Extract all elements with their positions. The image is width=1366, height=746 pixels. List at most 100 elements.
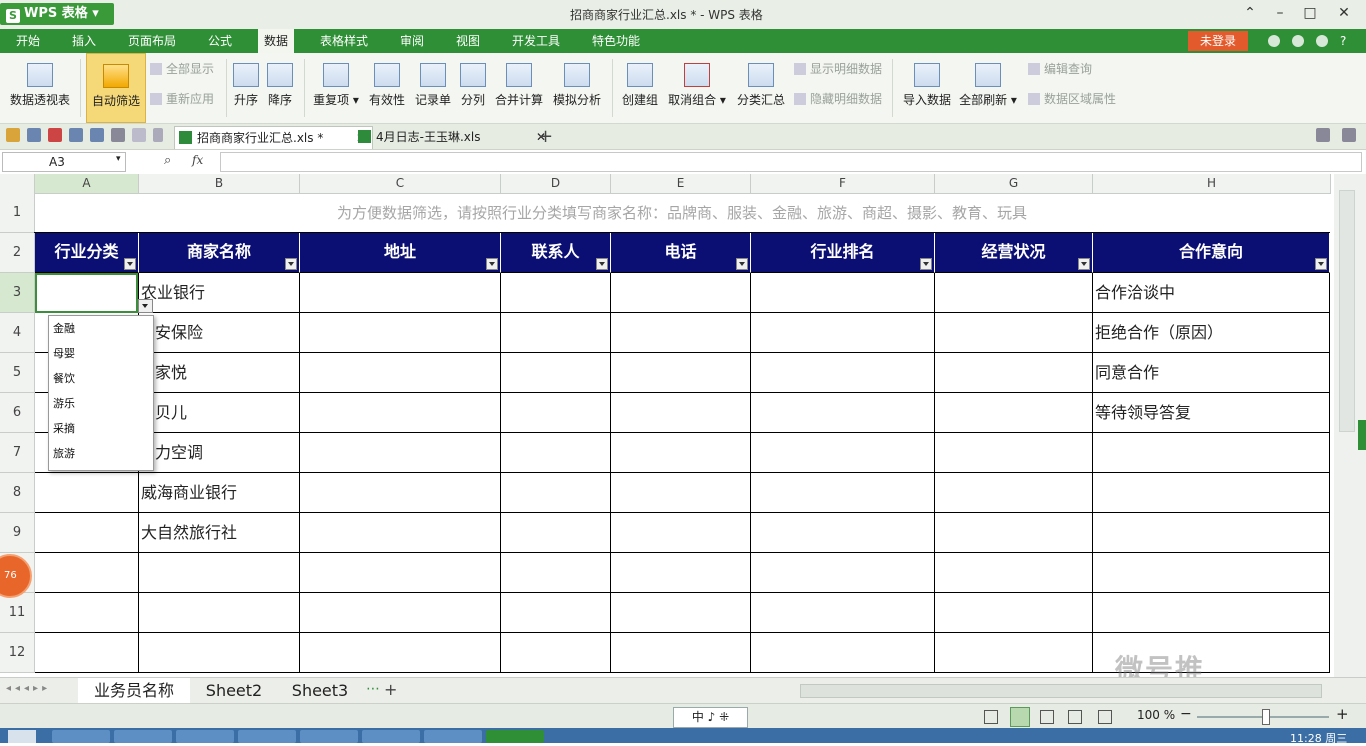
filter-dropdown-icon[interactable] <box>736 258 748 270</box>
close-workbook-icon[interactable] <box>1342 128 1356 142</box>
sheet-tab-sheet2[interactable]: Sheet2 <box>194 678 274 703</box>
cell-phone[interactable] <box>611 513 751 553</box>
dropdown-option-travel[interactable]: 旅游 <box>49 441 153 466</box>
sync-icon[interactable] <box>1292 35 1304 47</box>
cell-address[interactable] <box>300 273 501 313</box>
autofilter-button[interactable]: 自动筛选 <box>86 53 146 123</box>
cell-phone[interactable] <box>611 273 751 313</box>
minimize-icon[interactable]: – <box>1270 4 1290 22</box>
header-address[interactable]: 地址 <box>300 233 501 273</box>
menu-page-layout[interactable]: 页面布局 <box>126 29 178 53</box>
taskbar-wps-icon[interactable] <box>486 730 544 743</box>
refresh-all-button[interactable]: 全部刷新 ▾ <box>958 53 1018 121</box>
import-data-button[interactable]: 导入数据 <box>900 53 954 121</box>
dropdown-option-catering[interactable]: 餐饮 <box>49 366 153 391</box>
zoom-out-icon[interactable]: − <box>1180 706 1192 722</box>
cell-ranking[interactable] <box>751 353 935 393</box>
create-group-button[interactable]: 创建组 <box>618 53 662 121</box>
reading-mode-icon[interactable] <box>1098 710 1112 724</box>
cell-merchant[interactable]: 贝儿 <box>139 393 300 433</box>
menu-formula[interactable]: 公式 <box>206 29 234 53</box>
dropdown-option-amusement[interactable]: 游乐 <box>49 391 153 416</box>
select-all-corner[interactable] <box>0 174 35 194</box>
filter-dropdown-icon[interactable] <box>486 258 498 270</box>
cell-intention[interactable] <box>1093 473 1330 513</box>
vertical-scroll-thumb[interactable] <box>1339 190 1355 432</box>
cell-phone[interactable] <box>611 393 751 433</box>
cell-dropdown-arrow-icon[interactable] <box>138 299 153 313</box>
undo-icon[interactable] <box>111 128 125 142</box>
tab-main-workbook[interactable]: 招商商家行业汇总.xls *✕ <box>174 126 373 149</box>
cell-phone[interactable] <box>611 553 751 593</box>
menu-review[interactable]: 审阅 <box>398 29 426 53</box>
column-header-c[interactable]: C <box>300 174 501 194</box>
row-header-6[interactable]: 6 <box>0 393 35 433</box>
cell-ranking[interactable] <box>751 313 935 353</box>
column-header-e[interactable]: E <box>611 174 751 194</box>
close-icon[interactable]: ✕ <box>1334 4 1354 22</box>
column-header-f[interactable]: F <box>751 174 935 194</box>
cell-merchant[interactable]: 家悦 <box>139 353 300 393</box>
name-box-dropdown-icon[interactable]: ▾ <box>116 154 121 164</box>
cell-intention[interactable] <box>1093 593 1330 633</box>
normal-view-icon[interactable] <box>984 710 998 724</box>
print-preview-icon[interactable] <box>90 128 104 142</box>
header-industry[interactable]: 行业分类 <box>35 233 139 273</box>
cell-contact[interactable] <box>501 273 611 313</box>
menu-developer[interactable]: 开发工具 <box>510 29 562 53</box>
column-header-g[interactable]: G <box>935 174 1093 194</box>
cell-status[interactable] <box>935 633 1093 673</box>
cell-address[interactable] <box>300 513 501 553</box>
fullscreen-icon[interactable] <box>1068 710 1082 724</box>
zoom-in-icon[interactable]: + <box>1336 705 1349 723</box>
taskbar-app-icon[interactable] <box>52 730 110 743</box>
cell-contact[interactable] <box>501 633 611 673</box>
cell-industry[interactable] <box>35 553 139 593</box>
sort-descending-button[interactable]: 降序 <box>264 53 296 121</box>
filter-dropdown-icon[interactable] <box>596 258 608 270</box>
cell-contact[interactable] <box>501 433 611 473</box>
show-all-button[interactable]: 全部显示 <box>150 59 214 79</box>
cell-address[interactable] <box>300 633 501 673</box>
menu-special[interactable]: 特色功能 <box>590 29 642 53</box>
row-header-4[interactable]: 4 <box>0 313 35 353</box>
taskbar-app-icon[interactable] <box>238 730 296 743</box>
help-icon[interactable]: ? <box>1338 29 1348 53</box>
cell-status[interactable] <box>935 313 1093 353</box>
filter-dropdown-icon[interactable] <box>124 258 136 270</box>
ungroup-button[interactable]: 取消组合 ▾ <box>666 53 728 121</box>
column-header-a[interactable]: A <box>35 174 139 194</box>
menu-view[interactable]: 视图 <box>454 29 482 53</box>
header-merchant[interactable]: 商家名称 <box>139 233 300 273</box>
cell-intention[interactable]: 同意合作 <box>1093 353 1330 393</box>
cell-intention[interactable] <box>1093 553 1330 593</box>
subtotal-button[interactable]: 分类汇总 <box>734 53 788 121</box>
column-header-h[interactable]: H <box>1093 174 1331 194</box>
column-header-d[interactable]: D <box>501 174 611 194</box>
menu-insert[interactable]: 插入 <box>70 29 98 53</box>
column-header-b[interactable]: B <box>139 174 300 194</box>
cell-status[interactable] <box>935 593 1093 633</box>
cell-ranking[interactable] <box>751 273 935 313</box>
cell-status[interactable] <box>935 273 1093 313</box>
cell-status[interactable] <box>935 553 1093 593</box>
cell-address[interactable] <box>300 593 501 633</box>
header-intention[interactable]: 合作意向 <box>1093 233 1330 273</box>
header-contact[interactable]: 联系人 <box>501 233 611 273</box>
cell-address[interactable] <box>300 473 501 513</box>
what-if-analysis-button[interactable]: 模拟分析 <box>550 53 604 121</box>
range-properties-button[interactable]: 数据区域属性 <box>1028 89 1116 109</box>
cell-merchant[interactable] <box>139 553 300 593</box>
cell-address[interactable] <box>300 393 501 433</box>
cell-address[interactable] <box>300 353 501 393</box>
cell-contact[interactable] <box>501 393 611 433</box>
export-pdf-icon[interactable] <box>48 128 62 142</box>
cell-ranking[interactable] <box>751 633 935 673</box>
cell-address[interactable] <box>300 553 501 593</box>
reapply-button[interactable]: 重新应用 <box>150 89 214 109</box>
wps-app-button[interactable]: S WPS 表格 ▾ <box>0 3 114 25</box>
duplicates-button[interactable]: 重复项 ▾ <box>310 53 362 121</box>
row-header-9[interactable]: 9 <box>0 513 35 553</box>
cell-contact[interactable] <box>501 513 611 553</box>
zoom-level[interactable]: 100 % <box>1137 708 1175 722</box>
